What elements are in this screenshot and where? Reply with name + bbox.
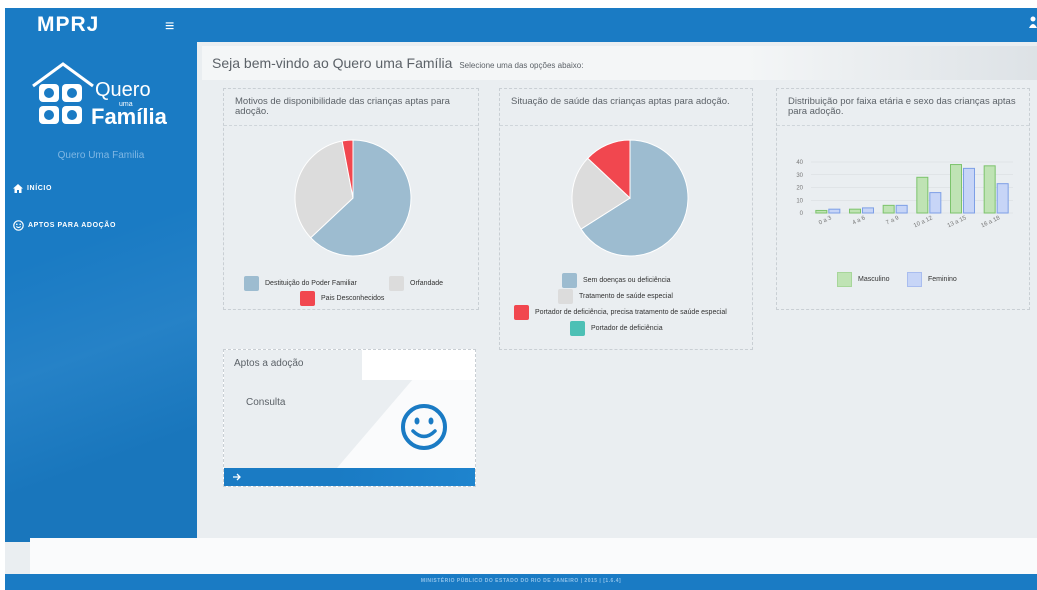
- x-tick-label: 16 a 18: [980, 215, 1001, 229]
- bar-feminino[interactable]: [996, 183, 1009, 214]
- logo-text-familia: Família: [91, 104, 168, 129]
- bar-masculino[interactable]: [916, 176, 929, 214]
- x-tick-label: 10 a 12: [913, 215, 934, 229]
- legend-item: Destituição do Poder Familiar: [244, 276, 357, 291]
- legend-label: Tratamento de saúde especial: [579, 293, 673, 300]
- hamburger-icon[interactable]: ≡: [165, 18, 174, 36]
- card-head-fill: [362, 350, 475, 380]
- legend-item: Masculino: [837, 272, 890, 287]
- legend-item: Tratamento de saúde especial: [558, 289, 673, 304]
- panel-motivos: Motivos de disponibilidade das crianças …: [223, 88, 479, 310]
- bar-masculino[interactable]: [815, 209, 828, 214]
- legend-item: Portador de deficiência, precisa tratame…: [514, 305, 727, 320]
- home-icon: [13, 184, 23, 193]
- legend-label: Pais Desconhecidos: [321, 295, 385, 302]
- user-icon[interactable]: [1029, 16, 1037, 28]
- x-tick-label: 13 a 15: [947, 215, 968, 229]
- panel-saude: Situação de saúde das crianças aptas par…: [499, 88, 753, 350]
- card-footer-shade: [336, 468, 475, 486]
- bar-masculino[interactable]: [983, 165, 996, 214]
- bar-feminino[interactable]: [895, 204, 908, 214]
- legend-item: Pais Desconhecidos: [300, 291, 384, 306]
- footer-text: MINISTÉRIO PÚBLICO DO ESTADO DO RIO DE J…: [420, 578, 622, 584]
- bar-feminino[interactable]: [862, 207, 874, 214]
- legend-item: Feminino: [907, 272, 957, 287]
- smiley-icon: [13, 220, 24, 231]
- welcome-header: Seja bem-vindo ao Quero uma Família Sele…: [202, 46, 1037, 80]
- card-footer-button[interactable]: [224, 468, 475, 486]
- legend-swatch: [837, 272, 852, 287]
- y-tick-label: 30: [796, 173, 803, 179]
- bar-feminino[interactable]: [828, 208, 841, 214]
- arrow-right-icon: [233, 473, 241, 481]
- legend-label: Orfandade: [410, 280, 444, 287]
- y-tick-label: 10: [796, 198, 803, 204]
- top-bar: MPRJ ≡: [5, 8, 1037, 42]
- sidebar-item-aptos-para-adocao[interactable]: APTOS PARA ADOÇÃO: [13, 220, 116, 231]
- logo-text-quero: Quero: [95, 79, 151, 101]
- legend-item: Portador de deficiência: [570, 321, 663, 336]
- legend-label: Portador de deficiência, precisa tratame…: [535, 309, 727, 316]
- welcome-subtitle: Selecione uma das opções abaixo:: [459, 61, 584, 70]
- welcome-title: Seja bem-vindo ao Quero uma Família Sele…: [212, 55, 583, 71]
- logo-subtitle: Quero Uma Familia: [57, 150, 145, 161]
- legend-swatch: [389, 276, 404, 291]
- y-tick-label: 40: [796, 160, 803, 166]
- bar-masculino[interactable]: [950, 164, 962, 214]
- legend-label: Masculino: [858, 276, 890, 283]
- consulta-link[interactable]: Consulta: [246, 397, 285, 408]
- legend-label: Portador de deficiência: [591, 325, 663, 332]
- app-frame: MPRJ ≡ Quero uma Família Quero Uma Famil…: [5, 8, 1037, 590]
- sidebar-item-inicio[interactable]: INÍCIO: [13, 184, 52, 193]
- legend-swatch: [244, 276, 259, 291]
- x-tick-label: 4 a 6: [852, 215, 867, 226]
- y-tick-label: 20: [796, 186, 803, 192]
- legend-label: Destituição do Poder Familiar: [265, 280, 357, 287]
- legend-swatch: [558, 289, 573, 304]
- brand-logo[interactable]: MPRJ: [37, 13, 99, 37]
- y-tick-label: 0: [800, 211, 804, 217]
- sidebar: Quero uma Família Quero Uma Familia INÍC…: [5, 42, 197, 542]
- legend-label: Sem doenças ou deficiência: [583, 277, 671, 284]
- bar-masculino[interactable]: [882, 204, 895, 214]
- legend-swatch: [562, 273, 577, 288]
- legend-swatch: [570, 321, 585, 336]
- x-tick-label: 0 a 3: [818, 215, 833, 226]
- footer: MINISTÉRIO PÚBLICO DO ESTADO DO RIO DE J…: [5, 574, 1037, 590]
- smiley-icon[interactable]: [399, 402, 449, 452]
- legend-item: Orfandade: [389, 276, 443, 291]
- sidebar-item-label: APTOS PARA ADOÇÃO: [28, 222, 116, 229]
- sidebar-item-label: INÍCIO: [27, 185, 52, 192]
- legend-swatch: [907, 272, 922, 287]
- bar-chart-faixa-etaria: 0 10 20 30 40 0 a 3 4 a 6 7 a 9 10 a 12 13 a 15 16…: [796, 160, 1013, 229]
- legend-swatch: [300, 291, 315, 306]
- aptos-card: Aptos a adoção Consulta: [223, 349, 476, 487]
- legend-swatch: [514, 305, 529, 320]
- legend-item: Sem doenças ou deficiência: [562, 273, 671, 288]
- bar-masculino[interactable]: [849, 208, 861, 214]
- content-bottom-band: [30, 538, 1037, 574]
- bar-feminino[interactable]: [963, 167, 975, 214]
- bar-feminino[interactable]: [929, 192, 942, 214]
- welcome-title-text: Seja bem-vindo ao Quero uma Família: [212, 55, 453, 71]
- card-title: Aptos a adoção: [234, 358, 304, 369]
- quero-uma-familia-logo: Quero uma Família: [32, 62, 168, 129]
- x-tick-label: 7 a 9: [885, 215, 900, 226]
- panel-faixa-etaria: Distribuição por faixa etária e sexo das…: [776, 88, 1030, 310]
- legend-label: Feminino: [928, 276, 957, 283]
